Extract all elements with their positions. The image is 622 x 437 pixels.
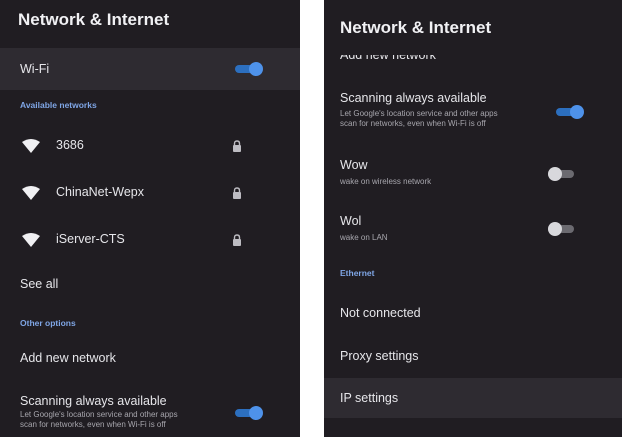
see-all-label: See all <box>20 277 59 291</box>
page-title: Network & Internet <box>340 18 492 37</box>
scanning-desc-line2: scan for networks, even when Wi-Fi is of… <box>340 119 486 128</box>
scanning-desc-line2: scan for networks, even when Wi-Fi is of… <box>20 420 166 429</box>
see-all-item[interactable]: See all <box>0 268 300 300</box>
scanning-toggle[interactable] <box>556 105 584 119</box>
ip-settings-label: IP settings <box>340 391 399 405</box>
ip-settings-item[interactable]: IP settings <box>324 378 622 418</box>
proxy-settings-item[interactable]: Proxy settings <box>324 338 622 374</box>
wifi-icon <box>22 139 40 153</box>
scanning-label: Scanning always available <box>340 91 487 105</box>
proxy-settings-label: Proxy settings <box>340 349 419 363</box>
network-name: 3686 <box>56 138 84 152</box>
scanning-desc-line1: Let Google's location service and other … <box>20 410 178 419</box>
wifi-icon <box>22 186 40 200</box>
wol-desc: wake on LAN <box>340 233 388 242</box>
wifi-toggle[interactable] <box>235 62 263 76</box>
wol-item[interactable]: Wol wake on LAN <box>324 208 622 248</box>
lock-icon <box>233 140 241 152</box>
network-settings-panel-right: Add new network Network & Internet Scann… <box>324 0 622 437</box>
other-options-header: Other options <box>20 318 76 328</box>
network-settings-panel-left: Network & Internet Wi-Fi Available netwo… <box>0 0 300 437</box>
wow-item[interactable]: Wow wake on wireless network <box>324 152 622 192</box>
not-connected-label: Not connected <box>340 306 421 320</box>
wifi-row[interactable]: Wi-Fi <box>0 48 300 90</box>
lock-icon <box>233 234 241 246</box>
wow-label: Wow <box>340 158 368 172</box>
add-network-item[interactable]: Add new network <box>0 340 300 374</box>
scanning-item[interactable]: Scanning always available Let Google's l… <box>0 388 300 437</box>
network-name: iServer-CTS <box>56 232 125 246</box>
wifi-icon <box>22 233 40 247</box>
not-connected-item[interactable]: Not connected <box>324 294 622 330</box>
lock-icon <box>233 187 241 199</box>
wol-toggle[interactable] <box>548 222 576 236</box>
wol-label: Wol <box>340 214 362 228</box>
wow-toggle[interactable] <box>548 167 576 181</box>
wifi-label: Wi-Fi <box>20 62 50 76</box>
network-item-iserver-cts[interactable]: iServer-CTS <box>0 222 300 258</box>
available-networks-header: Available networks <box>20 100 97 110</box>
scanning-label: Scanning always available <box>20 394 167 408</box>
page-title: Network & Internet <box>18 10 170 29</box>
network-item-chinanet-wepx[interactable]: ChinaNet-Wepx <box>0 175 300 211</box>
network-name: ChinaNet-Wepx <box>56 185 145 199</box>
scanning-toggle[interactable] <box>235 406 263 420</box>
ethernet-header: Ethernet <box>340 268 375 278</box>
scanning-item[interactable]: Scanning always available Let Google's l… <box>324 86 622 138</box>
scanning-desc-line1: Let Google's location service and other … <box>340 109 498 118</box>
header-bar: Network & Internet <box>324 0 622 55</box>
wow-desc: wake on wireless network <box>340 177 432 186</box>
network-item-3686[interactable]: 3686 <box>0 128 300 164</box>
add-network-label: Add new network <box>20 351 116 365</box>
